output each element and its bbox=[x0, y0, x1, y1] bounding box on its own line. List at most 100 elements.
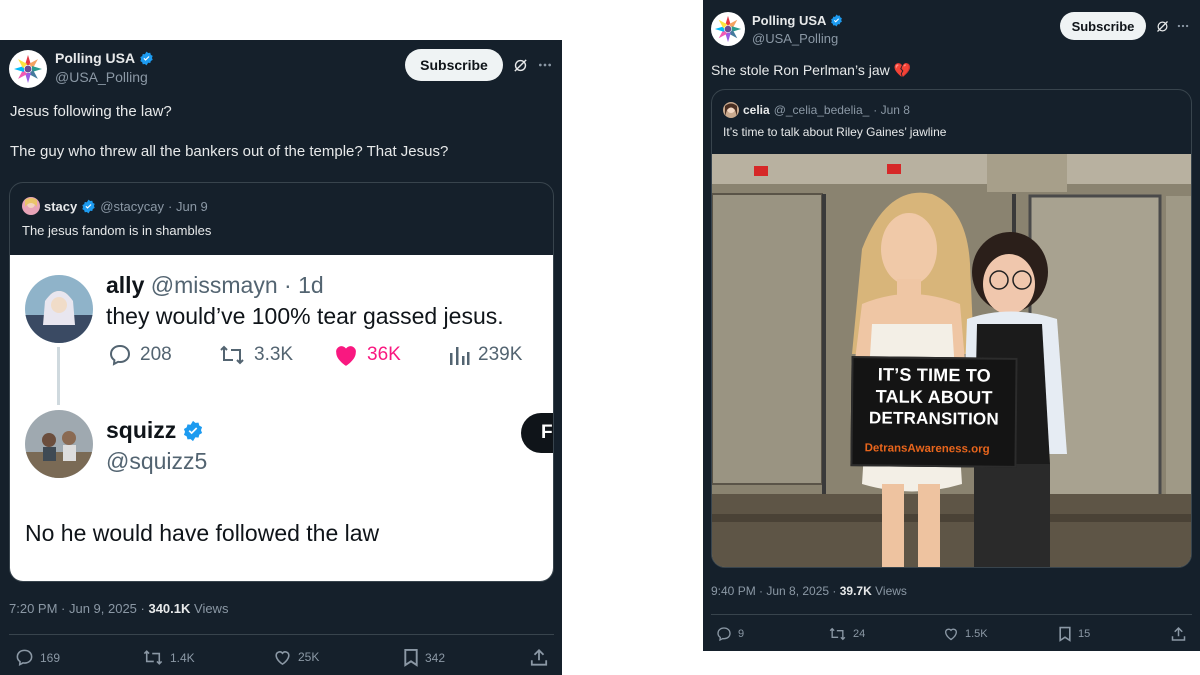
polling-usa-avatar[interactable] bbox=[9, 50, 47, 88]
bookmark-button[interactable]: 15 bbox=[1058, 626, 1090, 642]
repost-button[interactable]: 1.4K bbox=[142, 648, 195, 667]
author-name[interactable]: Polling USA bbox=[55, 50, 135, 66]
follow-button-cropped: F bbox=[521, 413, 553, 453]
tweet-timestamp[interactable]: 7:20 PM · Jun 9, 2025 · bbox=[9, 601, 148, 616]
quoted-tweet-header: stacy @stacycay · Jun 9 bbox=[22, 197, 208, 215]
ally-handle: @missmayn bbox=[150, 272, 278, 298]
tweet-header: Polling USA @USA_Polling Subscribe bbox=[0, 40, 562, 96]
squizz-name: squizz bbox=[106, 417, 177, 443]
tweet-card-right: Polling USA @USA_Polling Subscribe She s… bbox=[703, 0, 1200, 651]
ally-name-row: ally @missmayn · 1d bbox=[106, 272, 324, 299]
reply-icon bbox=[109, 344, 131, 366]
repost-count: 24 bbox=[853, 628, 866, 640]
tweet-card-left: Polling USA @USA_Polling Subscribe Jesus… bbox=[0, 40, 562, 675]
author-handle[interactable]: @USA_Polling bbox=[752, 31, 838, 46]
sign-line-2: TALK ABOUT bbox=[875, 386, 993, 408]
grok-icon[interactable] bbox=[511, 56, 529, 74]
author-name-row[interactable]: Polling USA bbox=[55, 50, 154, 66]
ally-likes-count: 36K bbox=[367, 344, 401, 365]
like-icon bbox=[336, 346, 356, 366]
share-icon bbox=[1171, 626, 1186, 641]
verified-badge-icon bbox=[831, 14, 843, 27]
quoted-photo[interactable]: IT’S TIME TO TALK ABOUT DETRANSITION Det… bbox=[712, 154, 1191, 567]
repost-icon bbox=[220, 345, 244, 365]
quoted-text: It’s time to talk about Riley Gaines’ ja… bbox=[723, 125, 947, 139]
views-label: Views bbox=[190, 601, 229, 616]
ally-text: they would’ve 100% tear gassed jesus. bbox=[106, 303, 504, 329]
sign-url: DetransAwareness.org bbox=[864, 442, 990, 456]
quoted-tweet[interactable]: celia @_celia_bedelia_ · Jun 8 It’s time… bbox=[711, 89, 1192, 568]
bookmark-count: 15 bbox=[1078, 628, 1091, 640]
thread-connector bbox=[57, 347, 60, 405]
share-button[interactable] bbox=[1171, 626, 1186, 642]
quoted-text: The jesus fandom is in shambles bbox=[22, 223, 212, 238]
tweet-meta: 9:40 PM · Jun 8, 2025 · 39.7K Views bbox=[711, 584, 907, 598]
more-icon[interactable] bbox=[1174, 17, 1192, 35]
squizz-name-row: squizz bbox=[106, 417, 204, 444]
quoted-author-name[interactable]: celia bbox=[743, 103, 770, 117]
squizz-text: No he would have followed the law bbox=[25, 520, 380, 546]
repost-count: 1.4K bbox=[170, 650, 195, 665]
quoted-author-handle[interactable]: @stacycay bbox=[100, 199, 164, 214]
subscribe-button[interactable]: Subscribe bbox=[1060, 12, 1146, 40]
ally-views: 239K bbox=[448, 343, 522, 367]
quoted-date[interactable]: · Jun 8 bbox=[873, 103, 910, 117]
ally-reposts-count: 3.3K bbox=[254, 344, 294, 365]
tweet-timestamp[interactable]: 9:40 PM · Jun 8, 2025 · bbox=[711, 584, 840, 598]
subscribe-button[interactable]: Subscribe bbox=[405, 49, 503, 81]
quoted-author-name[interactable]: stacy bbox=[44, 199, 77, 214]
like-button[interactable]: 1.5K bbox=[943, 626, 988, 641]
celia-avatar[interactable] bbox=[723, 102, 739, 118]
quoted-author-handle[interactable]: @_celia_bedelia_ bbox=[774, 103, 870, 117]
grok-icon[interactable] bbox=[1153, 17, 1171, 35]
more-icon[interactable] bbox=[536, 56, 554, 74]
sign-line-1: IT’S TIME TO bbox=[877, 364, 992, 386]
author-name-row[interactable]: Polling USA bbox=[752, 13, 843, 28]
like-icon bbox=[944, 628, 958, 641]
quoted-date[interactable]: · Jun 9 bbox=[168, 199, 208, 214]
sign-line-3: DETRANSITION bbox=[868, 408, 999, 429]
polling-usa-avatar[interactable] bbox=[711, 12, 745, 46]
ally-replies-count: 208 bbox=[140, 344, 172, 365]
embedded-screenshot: ally @missmayn · 1d they would’ve 100% t… bbox=[10, 255, 553, 581]
ally-name: ally bbox=[106, 272, 145, 298]
polling-usa-logo-icon bbox=[714, 15, 742, 43]
views-count: 340.1K bbox=[148, 601, 191, 616]
author-handle[interactable]: @USA_Polling bbox=[55, 69, 148, 85]
views-icon bbox=[450, 347, 470, 365]
views-label: Views bbox=[871, 584, 907, 598]
reply-button[interactable]: 9 bbox=[716, 626, 744, 642]
views-count: 39.7K bbox=[839, 584, 872, 598]
verified-badge-icon bbox=[140, 51, 153, 65]
reply-button[interactable]: 169 bbox=[15, 648, 60, 667]
like-count: 1.5K bbox=[965, 627, 988, 640]
repost-button[interactable]: 24 bbox=[828, 626, 865, 642]
author-name[interactable]: Polling USA bbox=[752, 13, 826, 28]
share-icon bbox=[530, 649, 548, 666]
quoted-tweet[interactable]: stacy @stacycay · Jun 9 The jesus fandom… bbox=[9, 182, 554, 582]
like-button[interactable]: 25K bbox=[273, 648, 319, 666]
ally-avatar bbox=[25, 275, 93, 343]
reply-icon bbox=[16, 649, 33, 667]
stacy-avatar[interactable] bbox=[22, 197, 40, 215]
squizz-avatar bbox=[25, 410, 93, 478]
bookmark-count: 342 bbox=[425, 650, 446, 665]
share-button[interactable] bbox=[530, 648, 548, 667]
tweet-text: She stole Ron Perlman’s jaw 💔 bbox=[711, 62, 912, 78]
bookmark-button[interactable]: 342 bbox=[403, 648, 445, 667]
detransition-sign: IT’S TIME TO TALK ABOUT DETRANSITION Det… bbox=[850, 356, 1018, 468]
divider bbox=[711, 614, 1192, 615]
repost-icon bbox=[143, 650, 163, 665]
tweet-meta: 7:20 PM · Jun 9, 2025 · 340.1K Views bbox=[9, 601, 228, 616]
divider bbox=[9, 634, 554, 635]
squizz-handle: @squizz5 bbox=[106, 448, 208, 474]
reply-count: 169 bbox=[40, 650, 61, 665]
bookmark-icon bbox=[404, 648, 418, 667]
polling-usa-logo-icon bbox=[14, 55, 42, 83]
ally-age: · 1d bbox=[284, 272, 324, 298]
ally-likes: 36K bbox=[333, 343, 401, 367]
quoted-tweet-header: celia @_celia_bedelia_ · Jun 8 bbox=[723, 102, 910, 118]
ally-reposts: 3.3K bbox=[218, 343, 293, 367]
tweet-text: Jesus following the law? The guy who thr… bbox=[10, 103, 449, 160]
verified-badge-icon bbox=[82, 199, 95, 213]
